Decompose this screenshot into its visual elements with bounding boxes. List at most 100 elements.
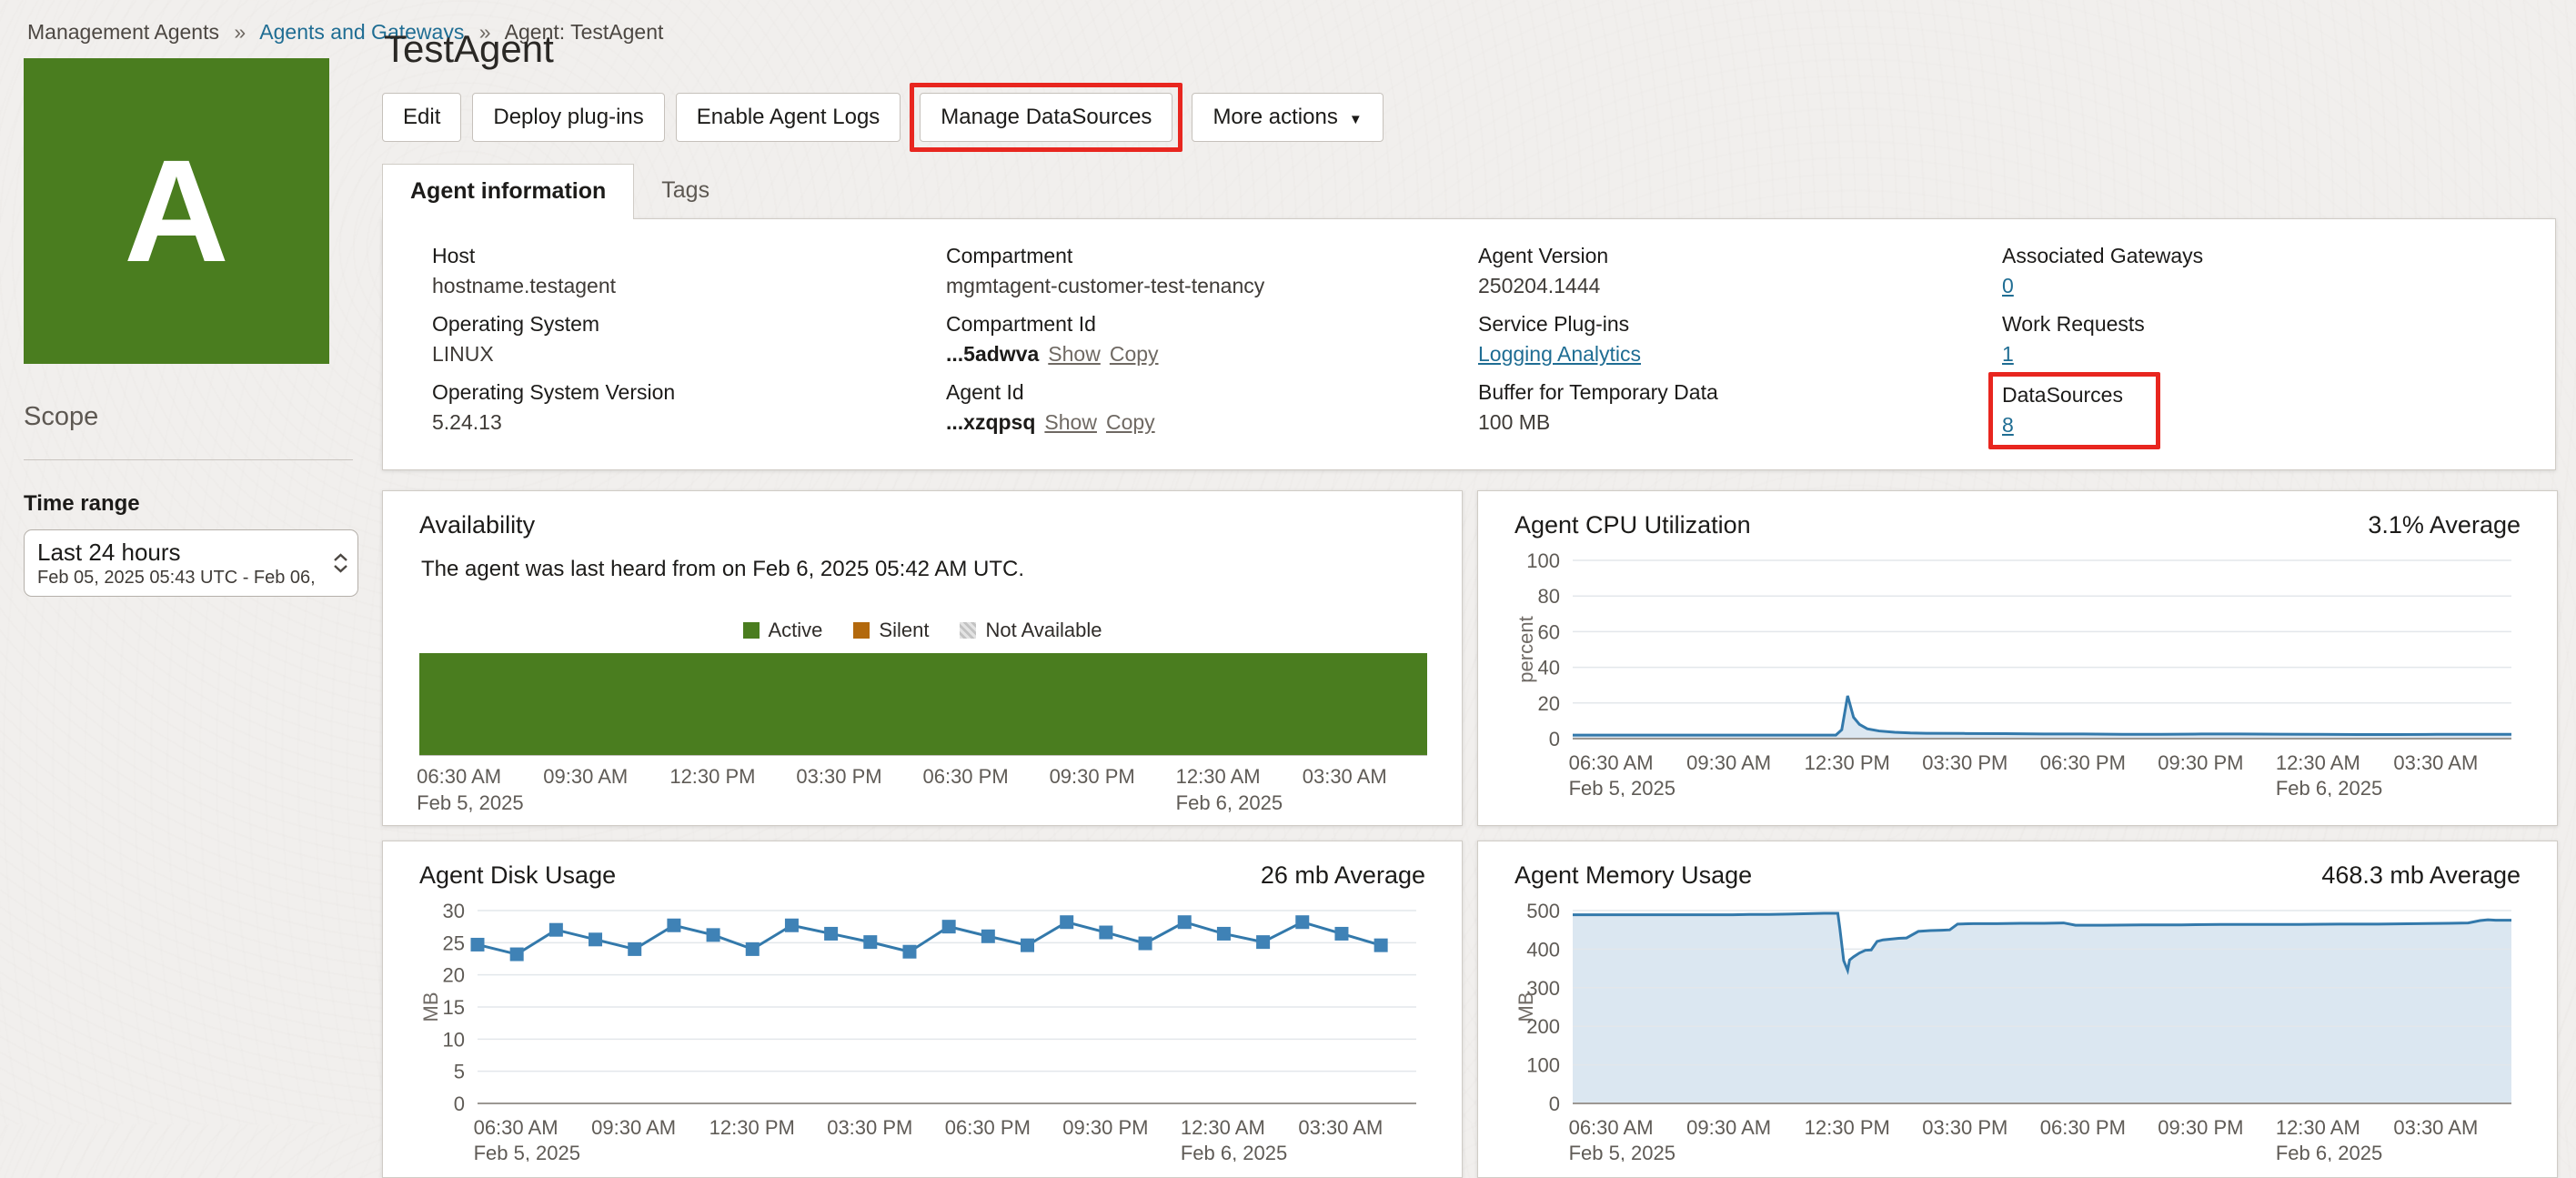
svg-text:03:30 AM: 03:30 AM — [2393, 1116, 2478, 1139]
copy-link[interactable]: Copy — [1110, 342, 1159, 366]
svg-text:09:30 PM: 09:30 PM — [1062, 1116, 1148, 1139]
time-range-detail: Feb 05, 2025 05:43 UTC - Feb 06, 2025 05… — [37, 568, 321, 588]
show-link[interactable]: Show — [1044, 410, 1097, 434]
datasources-link[interactable]: 8 — [2002, 413, 2014, 437]
availability-axis-tick: 03:30 PM — [796, 765, 882, 788]
field-compartment: Compartment mgmtagent-customer-test-tena… — [946, 244, 1265, 297]
availability-axis-tick: 09:30 AM — [543, 765, 629, 788]
svg-text:12:30 PM: 12:30 PM — [709, 1116, 795, 1139]
svg-text:Feb 6, 2025: Feb 6, 2025 — [2276, 1142, 2382, 1162]
tab-agent-information[interactable]: Agent information — [382, 164, 635, 219]
svg-text:5: 5 — [454, 1061, 465, 1083]
svg-text:Feb 5, 2025: Feb 5, 2025 — [1569, 1142, 1675, 1162]
svg-text:06:30 AM: 06:30 AM — [474, 1116, 558, 1139]
svg-text:06:30 AM: 06:30 AM — [1569, 751, 1654, 774]
svg-text:03:30 AM: 03:30 AM — [1298, 1116, 1383, 1139]
copy-link[interactable]: Copy — [1106, 410, 1155, 434]
chevron-down-icon: ▼ — [1348, 112, 1363, 127]
availability-card: Availability The agent was last heard fr… — [382, 490, 1463, 826]
svg-text:03:30 PM: 03:30 PM — [1922, 751, 2007, 774]
svg-text:0: 0 — [454, 1092, 465, 1115]
disk-chart: 0 5 10 15 20 25 30 06:30 AM Feb 5, 2025 09:30 AM 1… — [419, 900, 1416, 1164]
deploy-plugins-button[interactable]: Deploy plug-ins — [472, 93, 665, 142]
page-title: TestAgent — [384, 27, 554, 70]
svg-text:80: 80 — [1538, 585, 1560, 608]
availability-title: Availability — [419, 511, 536, 539]
svg-text:100: 100 — [1526, 549, 1560, 572]
field-buffer-temporary-data: Buffer for Temporary Data 100 MB — [1478, 380, 1718, 434]
time-range-select[interactable]: Last 24 hours Feb 05, 2025 05:43 UTC - F… — [24, 529, 358, 597]
field-host: Host hostname.testagent — [432, 244, 617, 297]
sidebar: A Scope Time range Last 24 hours Feb 05,… — [24, 58, 362, 597]
logging-analytics-link[interactable]: Logging Analytics — [1478, 342, 1641, 366]
availability-axis-tick: 12:30 PM — [669, 765, 756, 788]
svg-text:100: 100 — [1526, 1054, 1560, 1077]
svg-text:30: 30 — [443, 900, 465, 922]
chevron-up-down-icon[interactable] — [333, 553, 348, 573]
annotation-box-manage-datasources: Manage DataSources — [910, 83, 1183, 152]
agent-information-card: Host hostname.testagent Operating System… — [382, 218, 2556, 470]
legend-item-not-available: Not Available — [960, 619, 1102, 642]
svg-text:09:30 AM: 09:30 AM — [1686, 1116, 1771, 1139]
field-datasources: DataSources 8 — [1988, 372, 2506, 449]
cpu-chart: 0 20 40 60 80 100 06:30 AM Feb 5, 2025 09:30 AM 1… — [1514, 549, 2511, 800]
main-content: TestAgent Edit Deploy plug-ins Enable Ag… — [382, 27, 2558, 1178]
cpu-average-value: 3.1% Average — [2368, 511, 2521, 539]
field-service-plugins: Service Plug-ins Logging Analytics — [1478, 312, 1642, 366]
availability-axis-tick: 06:30 AM Feb 5, 2025 — [417, 765, 524, 814]
svg-text:0: 0 — [1549, 1092, 1560, 1115]
legend-item-active: Active — [742, 619, 822, 642]
availability-axis: 06:30 AM Feb 5, 2025 09:30 AM 12:30 PM 03:30… — [417, 756, 1427, 814]
svg-text:25: 25 — [443, 931, 465, 954]
breadcrumb-item: Management Agents — [27, 20, 219, 44]
availability-note: The agent was last heard from on Feb 6, … — [421, 557, 1025, 581]
avatar: A — [24, 58, 329, 364]
availability-bar — [419, 653, 1427, 755]
time-range-value: Last 24 hours — [37, 539, 181, 566]
tab-tags[interactable]: Tags — [634, 164, 737, 218]
svg-text:60: 60 — [1538, 620, 1560, 643]
svg-text:12:30 PM: 12:30 PM — [1805, 1116, 1890, 1139]
svg-text:Feb 5, 2025: Feb 5, 2025 — [1569, 777, 1675, 797]
memory-chart: 010020030040050006:30 AMFeb 5, 202509:30… — [1514, 900, 2511, 1164]
show-link[interactable]: Show — [1048, 342, 1101, 366]
cpu-utilization-card: Agent CPU Utilization 3.1% Average 0 20 40… — [1477, 490, 2558, 826]
sidebar-divider — [24, 459, 353, 460]
svg-text:20: 20 — [1538, 692, 1560, 715]
svg-text:400: 400 — [1526, 938, 1560, 961]
memory-chart-title: Agent Memory Usage — [1514, 861, 1753, 889]
svg-text:09:30 PM: 09:30 PM — [2158, 751, 2243, 774]
legend-item-silent: Silent — [853, 619, 929, 642]
active-swatch-icon — [742, 622, 760, 639]
edit-button[interactable]: Edit — [382, 93, 462, 142]
svg-text:09:30 PM: 09:30 PM — [2158, 1116, 2243, 1139]
svg-text:06:30 PM: 06:30 PM — [2040, 1116, 2126, 1139]
associated-gateways-link[interactable]: 0 — [2002, 274, 2014, 297]
tab-bar: Agent information Tags — [382, 164, 2556, 219]
more-actions-button[interactable]: More actions ▼ — [1192, 93, 1384, 142]
disk-average-value: 26 mb Average — [1260, 861, 1425, 889]
svg-text:MB: MB — [1514, 992, 1537, 1022]
disk-usage-card: Agent Disk Usage 26 mb Average 0 5 10 15 20 2… — [382, 841, 1463, 1178]
svg-text:20: 20 — [443, 964, 465, 987]
svg-text:MB: MB — [419, 992, 442, 1022]
svg-text:10: 10 — [443, 1028, 465, 1051]
annotation-box-datasources: DataSources 8 — [1988, 372, 2160, 449]
work-requests-link[interactable]: 1 — [2002, 342, 2014, 366]
svg-text:12:30 AM: 12:30 AM — [1181, 1116, 1265, 1139]
svg-text:40: 40 — [1538, 657, 1560, 680]
memory-usage-card: Agent Memory Usage 468.3 mb Average 0 100… — [1477, 841, 2558, 1178]
field-operating-system-version: Operating System Version 5.24.13 — [432, 380, 676, 434]
availability-axis-tick: 03:30 AM — [1302, 765, 1387, 788]
not-available-swatch-icon — [960, 622, 977, 639]
svg-text:12:30 PM: 12:30 PM — [1805, 751, 1890, 774]
svg-text:500: 500 — [1526, 900, 1560, 922]
time-range-label: Time range — [24, 491, 140, 516]
svg-text:0: 0 — [1549, 728, 1560, 750]
svg-text:06:30 PM: 06:30 PM — [945, 1116, 1031, 1139]
svg-text:15: 15 — [443, 996, 465, 1019]
memory-average-value: 468.3 mb Average — [2321, 861, 2521, 889]
enable-agent-logs-button[interactable]: Enable Agent Logs — [675, 93, 901, 142]
field-operating-system: Operating System LINUX — [432, 312, 600, 366]
manage-datasources-button[interactable]: Manage DataSources — [920, 93, 1173, 142]
